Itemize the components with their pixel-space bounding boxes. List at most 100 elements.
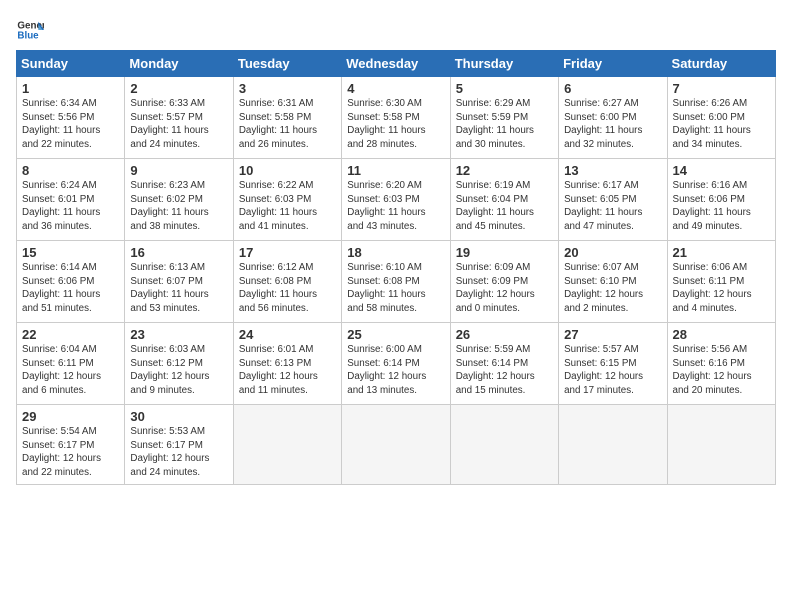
calendar-week-4: 22Sunrise: 6:04 AM Sunset: 6:11 PM Dayli…: [17, 323, 776, 405]
calendar-week-2: 8Sunrise: 6:24 AM Sunset: 6:01 PM Daylig…: [17, 159, 776, 241]
day-number: 10: [239, 163, 336, 178]
day-number: 2: [130, 81, 227, 96]
day-number: 19: [456, 245, 553, 260]
day-info: Sunrise: 5:56 AM Sunset: 6:16 PM Dayligh…: [673, 343, 770, 398]
calendar-week-5: 29Sunrise: 5:54 AM Sunset: 6:17 PM Dayli…: [17, 405, 776, 485]
calendar-cell: 24Sunrise: 6:01 AM Sunset: 6:13 PM Dayli…: [233, 323, 341, 405]
day-number: 21: [673, 245, 770, 260]
day-info: Sunrise: 6:16 AM Sunset: 6:06 PM Dayligh…: [673, 179, 770, 234]
calendar-cell: 7Sunrise: 6:26 AM Sunset: 6:00 PM Daylig…: [667, 77, 775, 159]
day-info: Sunrise: 6:19 AM Sunset: 6:04 PM Dayligh…: [456, 179, 553, 234]
day-number: 14: [673, 163, 770, 178]
day-info: Sunrise: 6:14 AM Sunset: 6:06 PM Dayligh…: [22, 261, 119, 316]
day-info: Sunrise: 6:29 AM Sunset: 5:59 PM Dayligh…: [456, 97, 553, 152]
calendar-cell: [450, 405, 558, 485]
calendar-cell: 23Sunrise: 6:03 AM Sunset: 6:12 PM Dayli…: [125, 323, 233, 405]
day-number: 18: [347, 245, 444, 260]
calendar-cell: 11Sunrise: 6:20 AM Sunset: 6:03 PM Dayli…: [342, 159, 450, 241]
calendar-cell: 28Sunrise: 5:56 AM Sunset: 6:16 PM Dayli…: [667, 323, 775, 405]
day-number: 8: [22, 163, 119, 178]
day-info: Sunrise: 6:22 AM Sunset: 6:03 PM Dayligh…: [239, 179, 336, 234]
day-number: 29: [22, 409, 119, 424]
day-info: Sunrise: 5:54 AM Sunset: 6:17 PM Dayligh…: [22, 425, 119, 480]
day-number: 30: [130, 409, 227, 424]
header-friday: Friday: [559, 51, 667, 77]
day-number: 23: [130, 327, 227, 342]
calendar-week-3: 15Sunrise: 6:14 AM Sunset: 6:06 PM Dayli…: [17, 241, 776, 323]
calendar-cell: 10Sunrise: 6:22 AM Sunset: 6:03 PM Dayli…: [233, 159, 341, 241]
calendar-week-1: 1Sunrise: 6:34 AM Sunset: 5:56 PM Daylig…: [17, 77, 776, 159]
day-info: Sunrise: 6:26 AM Sunset: 6:00 PM Dayligh…: [673, 97, 770, 152]
calendar-cell: 26Sunrise: 5:59 AM Sunset: 6:14 PM Dayli…: [450, 323, 558, 405]
calendar-cell: 19Sunrise: 6:09 AM Sunset: 6:09 PM Dayli…: [450, 241, 558, 323]
day-number: 17: [239, 245, 336, 260]
day-info: Sunrise: 6:07 AM Sunset: 6:10 PM Dayligh…: [564, 261, 661, 316]
day-number: 13: [564, 163, 661, 178]
day-info: Sunrise: 6:30 AM Sunset: 5:58 PM Dayligh…: [347, 97, 444, 152]
calendar-cell: [667, 405, 775, 485]
day-info: Sunrise: 6:10 AM Sunset: 6:08 PM Dayligh…: [347, 261, 444, 316]
day-number: 24: [239, 327, 336, 342]
calendar-cell: 20Sunrise: 6:07 AM Sunset: 6:10 PM Dayli…: [559, 241, 667, 323]
calendar-cell: 17Sunrise: 6:12 AM Sunset: 6:08 PM Dayli…: [233, 241, 341, 323]
calendar: SundayMondayTuesdayWednesdayThursdayFrid…: [16, 50, 776, 485]
calendar-cell: 1Sunrise: 6:34 AM Sunset: 5:56 PM Daylig…: [17, 77, 125, 159]
day-number: 3: [239, 81, 336, 96]
day-info: Sunrise: 5:59 AM Sunset: 6:14 PM Dayligh…: [456, 343, 553, 398]
calendar-cell: 14Sunrise: 6:16 AM Sunset: 6:06 PM Dayli…: [667, 159, 775, 241]
day-number: 9: [130, 163, 227, 178]
svg-text:Blue: Blue: [17, 30, 39, 41]
calendar-cell: 8Sunrise: 6:24 AM Sunset: 6:01 PM Daylig…: [17, 159, 125, 241]
day-info: Sunrise: 6:13 AM Sunset: 6:07 PM Dayligh…: [130, 261, 227, 316]
calendar-cell: 16Sunrise: 6:13 AM Sunset: 6:07 PM Dayli…: [125, 241, 233, 323]
calendar-cell: 15Sunrise: 6:14 AM Sunset: 6:06 PM Dayli…: [17, 241, 125, 323]
day-info: Sunrise: 6:24 AM Sunset: 6:01 PM Dayligh…: [22, 179, 119, 234]
day-number: 15: [22, 245, 119, 260]
day-info: Sunrise: 6:09 AM Sunset: 6:09 PM Dayligh…: [456, 261, 553, 316]
day-info: Sunrise: 6:20 AM Sunset: 6:03 PM Dayligh…: [347, 179, 444, 234]
header-monday: Monday: [125, 51, 233, 77]
logo: General Blue: [16, 16, 48, 44]
day-info: Sunrise: 6:12 AM Sunset: 6:08 PM Dayligh…: [239, 261, 336, 316]
day-info: Sunrise: 6:03 AM Sunset: 6:12 PM Dayligh…: [130, 343, 227, 398]
day-number: 5: [456, 81, 553, 96]
day-info: Sunrise: 6:34 AM Sunset: 5:56 PM Dayligh…: [22, 97, 119, 152]
day-number: 7: [673, 81, 770, 96]
calendar-cell: 22Sunrise: 6:04 AM Sunset: 6:11 PM Dayli…: [17, 323, 125, 405]
day-number: 6: [564, 81, 661, 96]
calendar-cell: [342, 405, 450, 485]
calendar-cell: 18Sunrise: 6:10 AM Sunset: 6:08 PM Dayli…: [342, 241, 450, 323]
day-info: Sunrise: 6:33 AM Sunset: 5:57 PM Dayligh…: [130, 97, 227, 152]
day-number: 26: [456, 327, 553, 342]
header-sunday: Sunday: [17, 51, 125, 77]
calendar-cell: 5Sunrise: 6:29 AM Sunset: 5:59 PM Daylig…: [450, 77, 558, 159]
day-number: 4: [347, 81, 444, 96]
header-saturday: Saturday: [667, 51, 775, 77]
calendar-cell: 27Sunrise: 5:57 AM Sunset: 6:15 PM Dayli…: [559, 323, 667, 405]
calendar-cell: 29Sunrise: 5:54 AM Sunset: 6:17 PM Dayli…: [17, 405, 125, 485]
calendar-cell: 30Sunrise: 5:53 AM Sunset: 6:17 PM Dayli…: [125, 405, 233, 485]
calendar-cell: 4Sunrise: 6:30 AM Sunset: 5:58 PM Daylig…: [342, 77, 450, 159]
calendar-cell: 9Sunrise: 6:23 AM Sunset: 6:02 PM Daylig…: [125, 159, 233, 241]
calendar-cell: [559, 405, 667, 485]
calendar-cell: 3Sunrise: 6:31 AM Sunset: 5:58 PM Daylig…: [233, 77, 341, 159]
day-info: Sunrise: 6:00 AM Sunset: 6:14 PM Dayligh…: [347, 343, 444, 398]
calendar-cell: 21Sunrise: 6:06 AM Sunset: 6:11 PM Dayli…: [667, 241, 775, 323]
day-info: Sunrise: 5:57 AM Sunset: 6:15 PM Dayligh…: [564, 343, 661, 398]
day-number: 28: [673, 327, 770, 342]
day-info: Sunrise: 6:01 AM Sunset: 6:13 PM Dayligh…: [239, 343, 336, 398]
calendar-cell: [233, 405, 341, 485]
day-info: Sunrise: 6:31 AM Sunset: 5:58 PM Dayligh…: [239, 97, 336, 152]
day-number: 27: [564, 327, 661, 342]
day-info: Sunrise: 6:23 AM Sunset: 6:02 PM Dayligh…: [130, 179, 227, 234]
calendar-cell: 25Sunrise: 6:00 AM Sunset: 6:14 PM Dayli…: [342, 323, 450, 405]
day-info: Sunrise: 5:53 AM Sunset: 6:17 PM Dayligh…: [130, 425, 227, 480]
day-info: Sunrise: 6:06 AM Sunset: 6:11 PM Dayligh…: [673, 261, 770, 316]
calendar-header-row: SundayMondayTuesdayWednesdayThursdayFrid…: [17, 51, 776, 77]
day-number: 12: [456, 163, 553, 178]
header-thursday: Thursday: [450, 51, 558, 77]
day-number: 16: [130, 245, 227, 260]
header-tuesday: Tuesday: [233, 51, 341, 77]
day-info: Sunrise: 6:17 AM Sunset: 6:05 PM Dayligh…: [564, 179, 661, 234]
calendar-cell: 6Sunrise: 6:27 AM Sunset: 6:00 PM Daylig…: [559, 77, 667, 159]
